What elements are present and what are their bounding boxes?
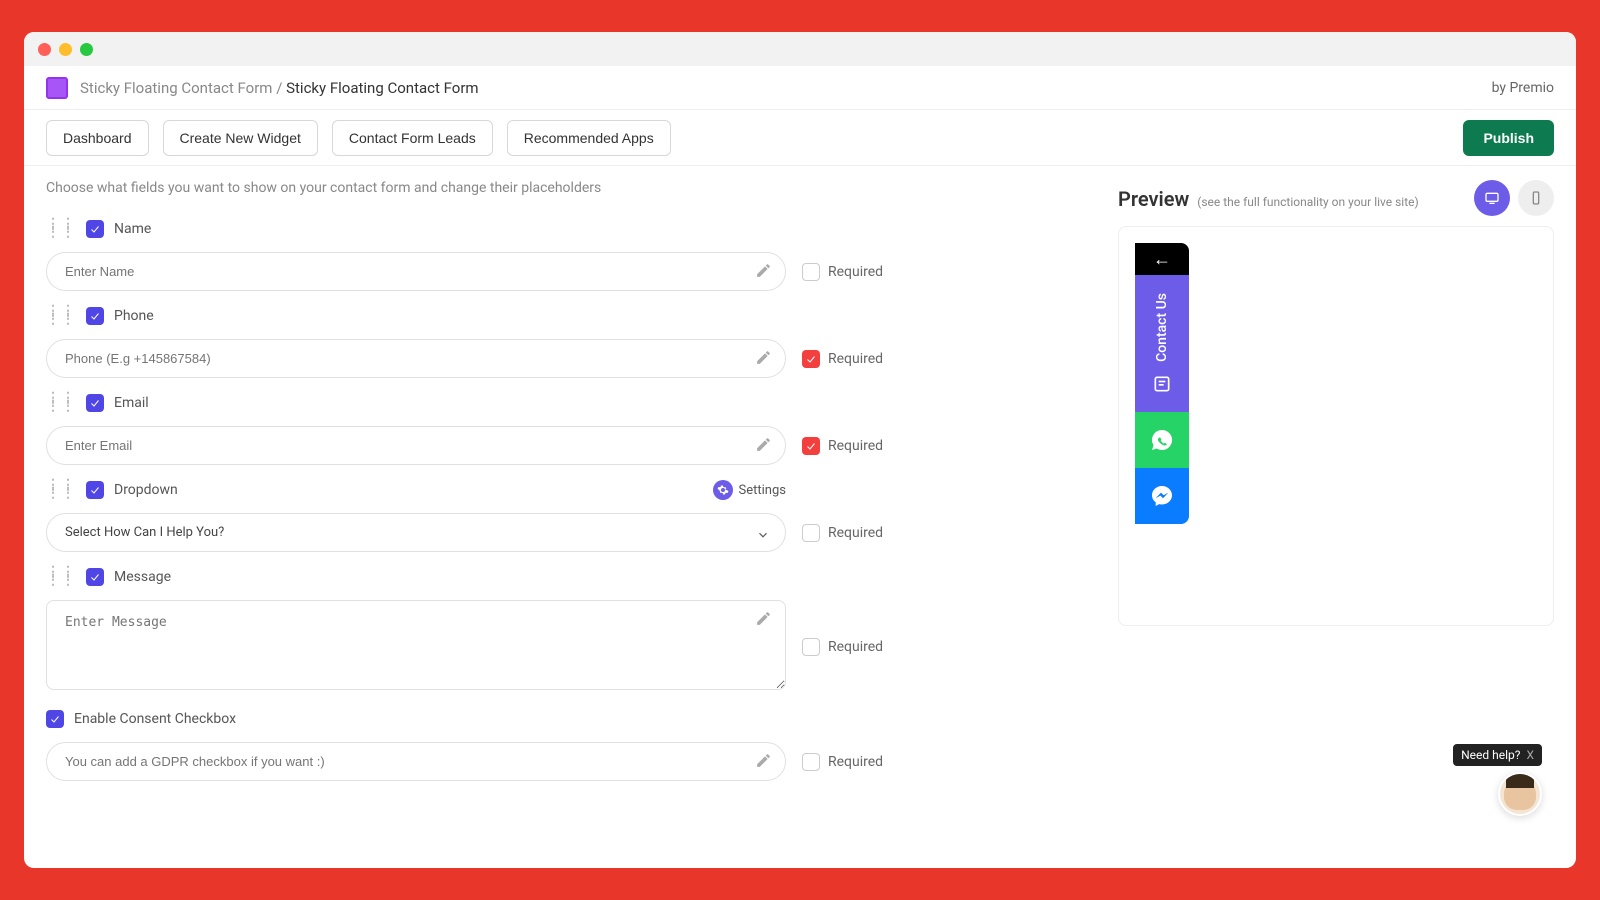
help-tooltip: Need help? X — [1453, 744, 1542, 766]
whatsapp-icon — [1150, 428, 1174, 452]
preview-frame: ← Contact Us — [1118, 226, 1554, 626]
enable-phone-checkbox[interactable] — [86, 307, 104, 325]
help-close-button[interactable]: X — [1526, 748, 1534, 762]
content-area: Choose what fields you want to show on y… — [24, 166, 1576, 868]
email-placeholder-input[interactable] — [46, 426, 786, 465]
gear-icon — [713, 480, 733, 500]
window-minimize-dot[interactable] — [59, 43, 72, 56]
messenger-icon — [1150, 484, 1174, 508]
phone-required: Required — [802, 350, 883, 368]
email-required: Required — [802, 437, 883, 455]
field-block-name: ⋮⋮⋮⋮ Name Required — [46, 214, 1074, 291]
widget-messenger-button[interactable] — [1135, 468, 1189, 524]
app-logo-icon — [46, 77, 68, 99]
name-required: Required — [802, 263, 883, 281]
nav-bar: Dashboard Create New Widget Contact Form… — [24, 110, 1576, 166]
contact-leads-tab[interactable]: Contact Form Leads — [332, 120, 493, 156]
name-label: Name — [114, 221, 151, 237]
widget-back-button[interactable]: ← — [1135, 243, 1189, 275]
preview-subtitle: (see the full functionality on your live… — [1197, 195, 1418, 209]
form-icon — [1152, 374, 1172, 394]
field-block-consent: Enable Consent Checkbox Required — [46, 704, 1074, 781]
drag-handle-icon[interactable]: ⋮⋮⋮⋮ — [46, 395, 76, 410]
help-avatar-button[interactable] — [1498, 772, 1542, 816]
app-window: Sticky Floating Contact Form / Sticky Fl… — [24, 32, 1576, 868]
edit-icon[interactable] — [755, 436, 772, 457]
breadcrumb-parent[interactable]: Sticky Floating Contact Form — [80, 79, 272, 97]
email-label: Email — [114, 395, 149, 411]
consent-required: Required — [802, 753, 883, 771]
consent-required-checkbox[interactable] — [802, 753, 820, 771]
dropdown-settings-button[interactable]: Settings — [713, 480, 786, 500]
breadcrumb-current: Sticky Floating Contact Form — [286, 79, 478, 97]
dropdown-required-checkbox[interactable] — [802, 524, 820, 542]
field-block-email: ⋮⋮⋮⋮ Email Required — [46, 388, 1074, 465]
name-required-checkbox[interactable] — [802, 263, 820, 281]
breadcrumb: Sticky Floating Contact Form / Sticky Fl… — [80, 79, 479, 97]
phone-required-checkbox[interactable] — [802, 350, 820, 368]
desktop-preview-button[interactable] — [1474, 180, 1510, 216]
help-widget: Need help? X — [1453, 744, 1542, 816]
edit-icon[interactable] — [755, 610, 772, 631]
enable-consent-checkbox[interactable] — [46, 710, 64, 728]
name-placeholder-input[interactable] — [46, 252, 786, 291]
dropdown-placeholder-select[interactable]: Select How Can I Help You? — [46, 513, 786, 552]
field-block-message: ⋮⋮⋮⋮ Message Required — [46, 562, 1074, 694]
create-widget-tab[interactable]: Create New Widget — [163, 120, 318, 156]
edit-icon[interactable] — [755, 262, 772, 283]
publish-button[interactable]: Publish — [1463, 120, 1554, 156]
edit-icon[interactable] — [755, 752, 772, 773]
enable-email-checkbox[interactable] — [86, 394, 104, 412]
titlebar — [24, 32, 1576, 66]
window-zoom-dot[interactable] — [80, 43, 93, 56]
email-required-checkbox[interactable] — [802, 437, 820, 455]
consent-placeholder-input[interactable] — [46, 742, 786, 781]
drag-handle-icon[interactable]: ⋮⋮⋮⋮ — [46, 221, 76, 236]
dropdown-label: Dropdown — [114, 482, 178, 498]
widget-whatsapp-button[interactable] — [1135, 412, 1189, 468]
message-required: Required — [802, 638, 883, 656]
drag-handle-icon[interactable]: ⋮⋮⋮⋮ — [46, 569, 76, 584]
dropdown-required: Required — [802, 524, 883, 542]
dashboard-tab[interactable]: Dashboard — [46, 120, 149, 156]
breadcrumb-bar: Sticky Floating Contact Form / Sticky Fl… — [24, 66, 1576, 110]
message-label: Message — [114, 569, 171, 585]
preview-widget: ← Contact Us — [1135, 243, 1189, 524]
message-placeholder-input[interactable] — [46, 600, 786, 690]
mobile-preview-button[interactable] — [1518, 180, 1554, 216]
edit-icon[interactable] — [755, 349, 772, 370]
enable-message-checkbox[interactable] — [86, 568, 104, 586]
enable-name-checkbox[interactable] — [86, 220, 104, 238]
message-required-checkbox[interactable] — [802, 638, 820, 656]
window-close-dot[interactable] — [38, 43, 51, 56]
brand-label: by Premio — [1492, 80, 1554, 96]
enable-dropdown-checkbox[interactable] — [86, 481, 104, 499]
phone-label: Phone — [114, 308, 154, 324]
drag-handle-icon[interactable]: ⋮⋮⋮⋮ — [46, 308, 76, 323]
phone-placeholder-input[interactable] — [46, 339, 786, 378]
field-block-phone: ⋮⋮⋮⋮ Phone Required — [46, 301, 1074, 378]
widget-contact-button[interactable]: Contact Us — [1135, 275, 1189, 412]
recommended-apps-tab[interactable]: Recommended Apps — [507, 120, 671, 156]
chevron-down-icon — [756, 527, 770, 546]
consent-label: Enable Consent Checkbox — [74, 711, 236, 727]
form-builder: Choose what fields you want to show on y… — [24, 166, 1096, 868]
preview-title: Preview — [1118, 187, 1189, 211]
instruction-text: Choose what fields you want to show on y… — [46, 180, 1074, 196]
drag-handle-icon[interactable]: ⋮⋮⋮⋮ — [46, 482, 76, 497]
field-block-dropdown: ⋮⋮⋮⋮ Dropdown Settings Select How Can I … — [46, 475, 1074, 552]
